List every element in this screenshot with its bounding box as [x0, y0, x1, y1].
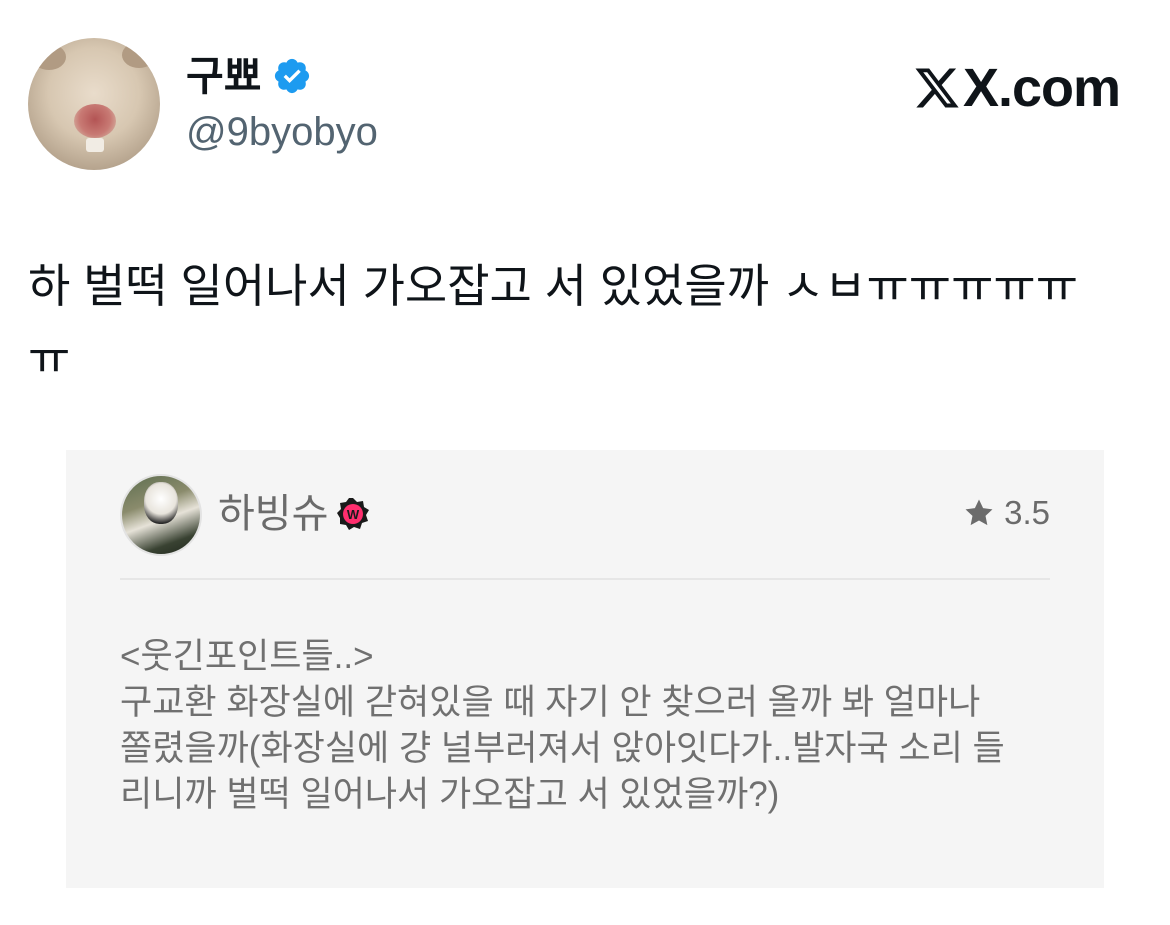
avatar-ear-left — [32, 44, 66, 70]
x-logo-icon — [915, 68, 959, 108]
avatar-ear-right — [122, 42, 156, 68]
rating: 3.5 — [962, 494, 1050, 532]
badge-letter: W — [347, 507, 360, 522]
quoted-review-card[interactable]: 하빙슈 W 3.5 <웃긴포인트들..> 구교환 화장실에 갇혀있을 때 자기 … — [66, 450, 1104, 888]
reviewer-name[interactable]: 하빙슈 — [218, 490, 328, 538]
star-icon — [965, 499, 993, 526]
review-line: 구교환 화장실에 갇혀있을 때 자기 안 찾으러 올까 봐 얼마나 — [120, 683, 981, 722]
divider — [120, 578, 1050, 580]
rating-value: 3.5 — [1004, 494, 1050, 531]
author-handle[interactable]: @9byobyo — [186, 108, 378, 156]
avatar-dog-figure — [144, 482, 178, 524]
author-display-name[interactable]: 구뾰 — [186, 52, 261, 100]
review-text: <웃긴포인트들..> 구교환 화장실에 갇혀있을 때 자기 안 찾으러 올까 봐… — [120, 634, 1060, 818]
watcha-badge-icon: W — [337, 498, 369, 530]
brand-text: X.com — [962, 58, 1121, 118]
x-com-brand: X.com — [913, 58, 1121, 118]
author-avatar[interactable] — [28, 38, 160, 170]
tweet-text: 하 벌떡 일어나서 가오잡고 서 있었을까 ㅅㅂㅠㅠㅠㅠㅠ ㅠ — [28, 260, 1079, 384]
reviewer-avatar[interactable] — [120, 474, 202, 556]
review-line: <웃긴포인트들..> — [120, 637, 374, 676]
review-line: 리니까 벌떡 일어나서 가오잡고 서 있었을까?) — [120, 775, 780, 814]
review-line: 쫄렸을까(화장실에 걍 널부러져서 앉아잇다가..발자국 소리 들 — [120, 729, 1005, 768]
verified-badge-icon — [274, 58, 310, 94]
avatar-teeth — [86, 138, 104, 152]
avatar-nose — [74, 104, 116, 138]
